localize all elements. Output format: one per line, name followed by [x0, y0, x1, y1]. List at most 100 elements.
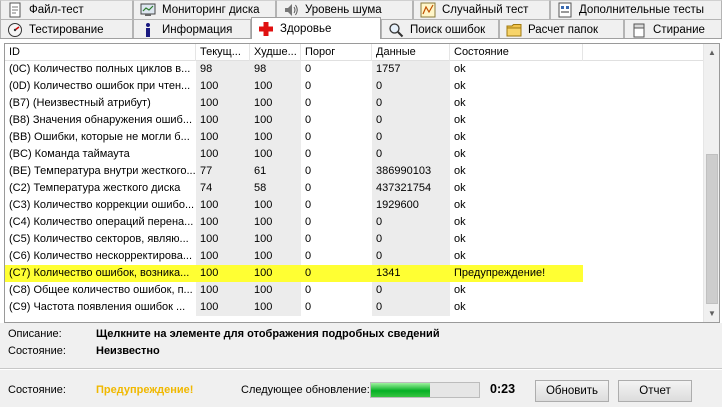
health-panel: ID Текущ... Худше... Порог Данные Состоя… — [0, 38, 722, 323]
cell-data: 0 — [372, 112, 450, 129]
vertical-scrollbar[interactable]: ▲ ▼ — [703, 44, 719, 322]
tab-error-scan[interactable]: Поиск ошибок — [381, 19, 499, 39]
cell-state: Предупреждение! — [450, 265, 583, 282]
tab-testing[interactable]: Тестирование — [0, 19, 133, 39]
cell-state: ok — [454, 250, 466, 262]
scrollbar-thumb[interactable] — [706, 154, 718, 304]
cell-threshold: 0 — [305, 233, 312, 245]
column-header-worst[interactable]: Худше... — [250, 44, 301, 61]
column-header-data[interactable]: Данные — [372, 44, 450, 61]
file-test-icon — [7, 2, 23, 18]
smart-attributes-list[interactable]: ID Текущ... Худше... Порог Данные Состоя… — [4, 43, 720, 323]
scroll-up-arrow-icon[interactable]: ▲ — [704, 44, 719, 61]
state-label: Состояние: — [8, 345, 66, 357]
table-row[interactable]: (C8) Общее количество ошибок, п... 100 100… — [5, 282, 705, 299]
table-row[interactable]: (BC) Команда таймаута 100 100 0 0 ok — [5, 146, 705, 163]
cell-data: 1929600 — [372, 197, 450, 214]
cell-data: 1757 — [372, 61, 450, 78]
cell-threshold: 0 — [301, 265, 372, 282]
cell-state: ok — [454, 63, 466, 75]
table-row[interactable]: (C6) Количество нескорректирова... 100 100… — [5, 248, 705, 265]
error-scan-icon — [388, 22, 404, 38]
column-header-id[interactable]: ID — [5, 44, 196, 61]
tab-health[interactable]: Здоровье — [251, 17, 381, 39]
description-value: Щелкните на элементе для отображения под… — [96, 328, 440, 340]
disk-monitor-icon — [140, 2, 156, 18]
cell-data: 0 — [372, 231, 450, 248]
column-header-state[interactable]: Состояние — [450, 44, 583, 61]
cell-data: 0 — [372, 248, 450, 265]
cell-worst: 100 — [250, 78, 301, 95]
column-header-current[interactable]: Текущ... — [196, 44, 250, 61]
cell-current: 100 — [196, 78, 250, 95]
cell-threshold: 0 — [305, 148, 312, 160]
table-row[interactable]: (B8) Значения обнаружения ошиб... 100 100 0… — [5, 112, 705, 129]
tab-erase[interactable]: Стирание — [624, 19, 722, 39]
refresh-button[interactable]: Обновить — [535, 380, 609, 402]
cell-data: 0 — [372, 282, 450, 299]
cell-state: ok — [454, 233, 466, 245]
testing-icon — [7, 22, 23, 38]
info-icon — [140, 22, 156, 38]
cell-data: 437321754 — [372, 180, 450, 197]
cell-worst: 100 — [250, 95, 301, 112]
cell-state: ok — [454, 216, 466, 228]
cell-threshold: 0 — [305, 97, 312, 109]
column-header-threshold[interactable]: Порог — [301, 44, 372, 61]
cell-current: 100 — [196, 282, 250, 299]
tab-label: Информация — [162, 23, 233, 36]
tab-label: Файл-тест — [29, 4, 84, 16]
tab-information[interactable]: Информация — [133, 19, 251, 39]
table-row[interactable]: (C5) Количество секторов, являю... 100 100… — [5, 231, 705, 248]
cell-current: 100 — [196, 197, 250, 214]
table-row[interactable]: (C3) Количество коррекции ошибо... 100 100… — [5, 197, 705, 214]
table-row[interactable]: (BB) Ошибки, которые не могли б... 100 100… — [5, 129, 705, 146]
cell-current: 100 — [196, 248, 250, 265]
cell-state: ok — [454, 97, 466, 109]
table-row[interactable]: (0C) Количество полных циклов в... 98 98 0 1… — [5, 61, 705, 78]
cell-threshold: 0 — [305, 199, 312, 211]
cell-data: 0 — [372, 146, 450, 163]
extra-tests-icon — [557, 2, 573, 18]
tab-random-test[interactable]: Случайный тест — [413, 0, 550, 19]
tab-label: Поиск ошибок — [410, 23, 486, 36]
cell-id: (C2) Температура жесткого диска — [9, 182, 181, 194]
scroll-down-arrow-icon[interactable]: ▼ — [704, 305, 719, 322]
table-row[interactable]: (C9) Частота появления ошибок ... 100 100 0… — [5, 299, 705, 316]
cell-worst: 61 — [250, 163, 301, 180]
table-row[interactable]: (B7) (Неизвестный атрибут) 100 100 0 0 ok — [5, 95, 705, 112]
tab-extra-tests[interactable]: Дополнительные тесты — [550, 0, 722, 19]
cell-id: (C9) Частота появления ошибок ... — [9, 301, 186, 313]
cell-worst: 100 — [250, 265, 301, 282]
tab-label: Случайный тест — [442, 4, 529, 16]
cell-id: (0C) Количество полных циклов в... — [9, 63, 191, 75]
cell-id: (C4) Количество операций перена... — [9, 216, 194, 228]
table-row[interactable]: (0D) Количество ошибок при чтен... 100 100… — [5, 78, 705, 95]
tab-folder-calc[interactable]: Расчет папок — [499, 19, 624, 39]
cell-worst: 98 — [250, 61, 301, 78]
cell-threshold: 0 — [305, 165, 312, 177]
cell-data: 0 — [372, 129, 450, 146]
cell-current: 77 — [196, 163, 250, 180]
cell-current: 100 — [196, 231, 250, 248]
cell-data: 1341 — [372, 265, 450, 282]
table-header: ID Текущ... Худше... Порог Данные Состоя… — [5, 44, 705, 61]
table-body: (0C) Количество полных циклов в... 98 98 0 1… — [5, 61, 705, 316]
cell-data: 386990103 — [372, 163, 450, 180]
tab-label: Тестирование — [29, 23, 104, 36]
table-row[interactable]: (C4) Количество операций перена... 100 100… — [5, 214, 705, 231]
report-button[interactable]: Отчет — [618, 380, 692, 402]
table-row[interactable]: (C7) Количество ошибок, возника... 100 100… — [5, 265, 705, 282]
cell-threshold: 0 — [305, 114, 312, 126]
cell-data: 0 — [372, 299, 450, 316]
cell-worst: 100 — [250, 129, 301, 146]
cell-threshold: 0 — [305, 63, 312, 75]
cell-id: (C8) Общее количество ошибок, п... — [9, 284, 193, 296]
table-row[interactable]: (C2) Температура жесткого диска 74 58 0 4373… — [5, 180, 705, 197]
state-value: Неизвестно — [96, 345, 160, 357]
tab-file-test[interactable]: Файл-тест — [0, 0, 133, 19]
cell-worst: 100 — [250, 197, 301, 214]
cell-worst: 100 — [250, 231, 301, 248]
table-row[interactable]: (BE) Температура внутри жесткого... 77 61 0… — [5, 163, 705, 180]
cell-current: 100 — [196, 214, 250, 231]
